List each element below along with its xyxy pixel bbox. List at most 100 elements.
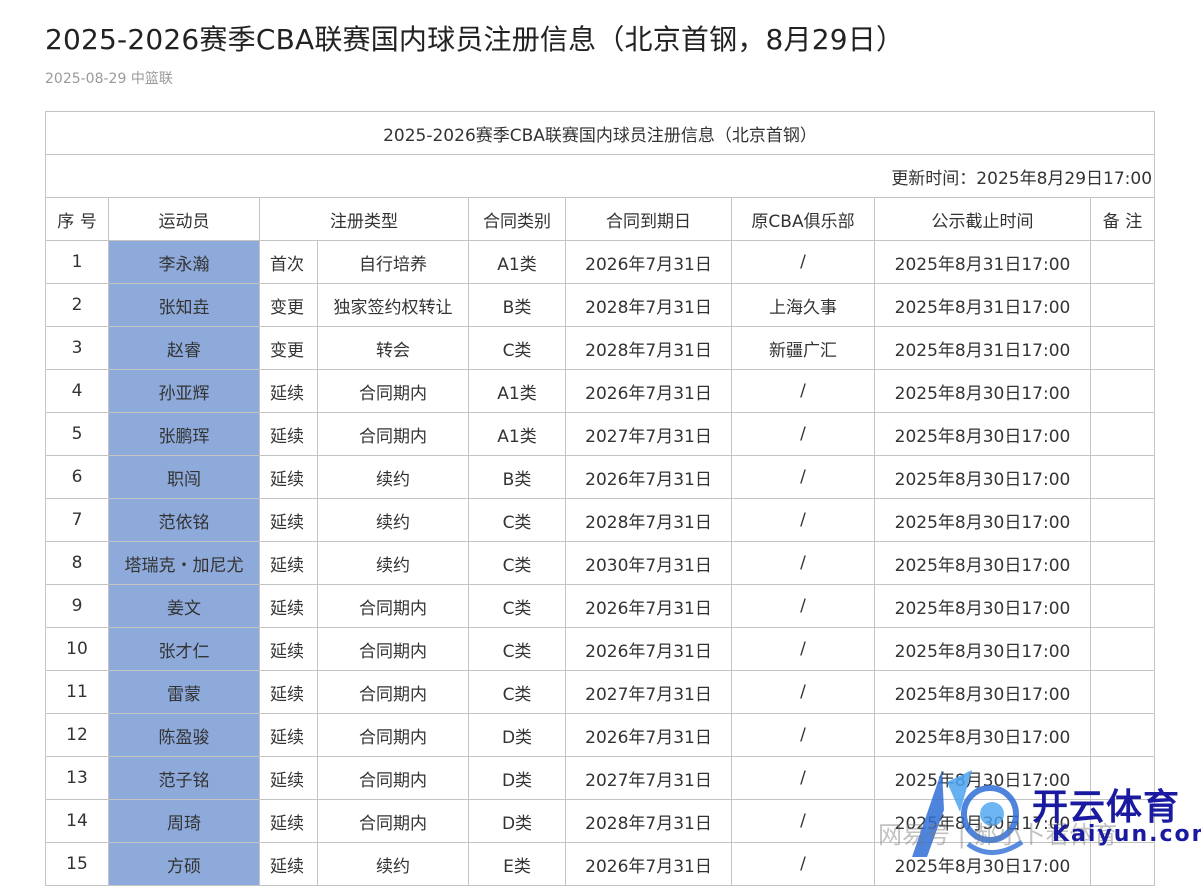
cell-former-club: /: [731, 627, 875, 671]
cell-deadline: 2025年8月30日17:00: [874, 412, 1091, 456]
cell-deadline: 2025年8月30日17:00: [874, 369, 1091, 413]
cell-remark: [1089, 541, 1156, 585]
cell-player: 张知垚: [108, 283, 260, 327]
cell-contract-class: B类: [468, 283, 566, 327]
table-row: 12 陈盈骏 延续 合同期内 D类 2026年7月31日/2025年8月30日17:00: [45, 713, 1156, 757]
cell-remark: [1089, 670, 1156, 714]
cell-expiry: 2026年7月31日: [565, 842, 732, 886]
cell-no: 5: [45, 412, 109, 456]
cell-reg-type-sub: 合同期内: [317, 412, 469, 456]
header-player: 运动员: [108, 197, 260, 241]
cell-no: 9: [45, 584, 109, 628]
cell-reg-type-main: 延续: [259, 670, 318, 714]
cell-reg-type-sub: 转会: [317, 326, 469, 370]
cell-no: 14: [45, 799, 109, 843]
table-row: 7 范依铭 延续 续约 C类 2028年7月31日/2025年8月30日17:00: [45, 498, 1156, 542]
cell-remark: [1089, 369, 1156, 413]
header-row: 序 号 运动员 注册类型 合同类别 合同到期日 原CBA俱乐部 公示截止时间 备…: [45, 197, 1156, 241]
cell-remark: [1089, 455, 1156, 499]
cell-reg-type-sub: 合同期内: [317, 799, 469, 843]
cell-contract-class: C类: [468, 541, 566, 585]
cell-reg-type-sub: 合同期内: [317, 756, 469, 800]
table-row: 13 范子铭 延续 合同期内 D类 2027年7月31日/2025年8月30日17:00: [45, 756, 1156, 800]
cell-former-club: /: [731, 412, 875, 456]
cell-expiry: 2027年7月31日: [565, 412, 732, 456]
cell-remark: [1089, 584, 1156, 628]
cell-player: 范依铭: [108, 498, 260, 542]
cell-player: 孙亚辉: [108, 369, 260, 413]
cell-no: 2: [45, 283, 109, 327]
cell-former-club: /: [731, 541, 875, 585]
cell-former-club: /: [731, 498, 875, 542]
cell-former-club: /: [731, 756, 875, 800]
cell-no: 13: [45, 756, 109, 800]
cell-contract-class: D类: [468, 756, 566, 800]
cell-player: 姜文: [108, 584, 260, 628]
cell-reg-type-main: 变更: [259, 283, 318, 327]
cell-no: 6: [45, 455, 109, 499]
cell-reg-type-sub: 续约: [317, 541, 469, 585]
registration-table: 2025-2026赛季CBA联赛国内球员注册信息（北京首钢） 更新时间：2025…: [44, 111, 1156, 886]
cell-former-club: /: [731, 670, 875, 714]
cell-reg-type-sub: 合同期内: [317, 713, 469, 757]
cell-former-club: /: [731, 584, 875, 628]
cell-former-club: 上海久事: [731, 283, 875, 327]
cell-deadline: 2025年8月30日17:00: [874, 498, 1091, 542]
cell-reg-type-main: 延续: [259, 369, 318, 413]
table-row: 6 职闯 延续 续约 B类 2026年7月31日/2025年8月30日17:00: [45, 455, 1156, 499]
cell-contract-class: C类: [468, 670, 566, 714]
cell-expiry: 2028年7月31日: [565, 799, 732, 843]
cell-expiry: 2026年7月31日: [565, 584, 732, 628]
cell-expiry: 2028年7月31日: [565, 326, 732, 370]
cell-contract-class: A1类: [468, 369, 566, 413]
article-source[interactable]: 中篮联: [131, 71, 173, 87]
cell-reg-type-main: 延续: [259, 541, 318, 585]
cell-remark: [1089, 627, 1156, 671]
table-row: 8 塔瑞克・加尼尤 延续 续约 C类 2030年7月31日/2025年8月30日17:00: [45, 541, 1156, 585]
cell-expiry: 2026年7月31日: [565, 627, 732, 671]
cell-remark: [1089, 412, 1156, 456]
cell-player: 职闯: [108, 455, 260, 499]
cell-former-club: /: [731, 713, 875, 757]
cell-player: 范子铭: [108, 756, 260, 800]
header-no: 序 号: [45, 197, 109, 241]
cell-reg-type-sub: 续约: [317, 842, 469, 886]
header-remark: 备 注: [1089, 197, 1156, 241]
table-row: 10 张才仁 延续 合同期内 C类 2026年7月31日/2025年8月30日17:00: [45, 627, 1156, 671]
article-meta: 2025-08-29 中篮联: [45, 68, 173, 88]
cell-player: 方硕: [108, 842, 260, 886]
header-former-club: 原CBA俱乐部: [731, 197, 875, 241]
table-row: 2 张知垚 变更 独家签约权转让 B类 2028年7月31日 上海久事 2025年8月31日1…: [45, 283, 1156, 327]
cell-player: 赵睿: [108, 326, 260, 370]
table-row: 4 孙亚辉 延续 合同期内 A1类 2026年7月31日/2025年8月30日17:00: [45, 369, 1156, 413]
cell-reg-type-sub: 合同期内: [317, 369, 469, 413]
cell-remark: [1089, 713, 1156, 757]
publish-date: 2025-08-29: [45, 71, 127, 87]
cell-no: 15: [45, 842, 109, 886]
cell-expiry: 2026年7月31日: [565, 369, 732, 413]
cell-deadline: 2025年8月30日17:00: [874, 455, 1091, 499]
cell-reg-type-main: 延续: [259, 713, 318, 757]
cell-reg-type-sub: 合同期内: [317, 584, 469, 628]
cell-expiry: 2028年7月31日: [565, 283, 732, 327]
cell-reg-type-main: 延续: [259, 627, 318, 671]
cell-no: 10: [45, 627, 109, 671]
cell-expiry: 2026年7月31日: [565, 713, 732, 757]
cell-former-club: /: [731, 455, 875, 499]
table-row: 9 姜文 延续 合同期内 C类 2026年7月31日/2025年8月30日17:00: [45, 584, 1156, 628]
header-expiry: 合同到期日: [565, 197, 732, 241]
cell-former-club: /: [731, 842, 875, 886]
cell-reg-type-main: 变更: [259, 326, 318, 370]
cell-expiry: 2026年7月31日: [565, 455, 732, 499]
cell-reg-type-main: 延续: [259, 842, 318, 886]
cell-expiry: 2027年7月31日: [565, 756, 732, 800]
cell-contract-class: D类: [468, 799, 566, 843]
cell-remark: [1089, 326, 1156, 370]
cell-no: 3: [45, 326, 109, 370]
header-contract-class: 合同类别: [468, 197, 566, 241]
cell-player: 张才仁: [108, 627, 260, 671]
cell-reg-type-main: 延续: [259, 756, 318, 800]
cell-reg-type-sub: 独家签约权转让: [317, 283, 469, 327]
cell-player: 李永瀚: [108, 240, 260, 284]
cell-former-club: /: [731, 369, 875, 413]
